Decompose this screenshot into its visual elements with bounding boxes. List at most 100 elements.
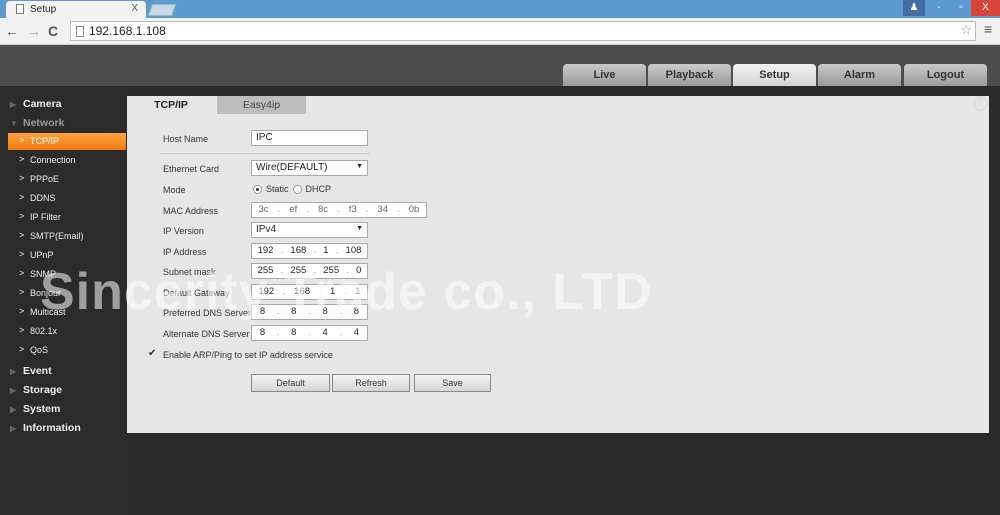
browser-tab[interactable]: Setup X: [6, 1, 146, 18]
octet[interactable]: 8: [291, 327, 296, 339]
octet[interactable]: 192: [258, 286, 274, 298]
dropdown-arrow-icon: ▼: [356, 163, 363, 170]
ip-address-input[interactable]: 192. 168. 1. 108: [251, 243, 368, 259]
ip-version-select[interactable]: IPv4 ▼: [251, 222, 368, 238]
octet[interactable]: 8: [260, 306, 265, 318]
new-tab-button[interactable]: [147, 4, 177, 16]
sidebar-item-bonjour[interactable]: > Bonjour: [8, 285, 126, 302]
sidebar-item-ddns[interactable]: > DDNS: [8, 190, 126, 207]
sidebar-item-upnp[interactable]: > UPnP: [8, 247, 126, 264]
url-input[interactable]: 192.168.1.108 ☆: [70, 21, 976, 41]
octet[interactable]: 192: [258, 245, 274, 257]
octet[interactable]: 8: [291, 306, 296, 318]
nav-alarm[interactable]: Alarm: [818, 64, 901, 86]
back-icon[interactable]: ←: [5, 23, 19, 39]
chevron-right-icon: >: [19, 268, 25, 278]
reload-icon[interactable]: C: [48, 23, 58, 39]
subnet-mask-input[interactable]: 255. 255. 255. 0: [251, 263, 368, 279]
forward-icon[interactable]: →: [27, 23, 41, 39]
octet[interactable]: 8: [260, 327, 265, 339]
sidebar: ▶ Camera ▼ Network > TCP/IP > Connection > PP…: [0, 86, 127, 515]
item-label: SNMP: [30, 269, 57, 279]
octet[interactable]: 4: [354, 327, 359, 339]
sidebar-item-tcpip[interactable]: > TCP/IP: [8, 133, 126, 150]
sidebar-camera[interactable]: ▶ Camera: [10, 98, 62, 110]
user-icon[interactable]: ♟: [903, 0, 925, 16]
item-label: Connection: [30, 155, 76, 165]
mac-octet: 8c: [317, 204, 329, 215]
octet[interactable]: 255: [258, 265, 274, 277]
static-radio[interactable]: [253, 184, 262, 194]
octet[interactable]: 1: [355, 286, 360, 298]
sidebar-network[interactable]: ▼ Network: [10, 117, 64, 129]
page-icon: [16, 4, 24, 14]
sidebar-item-smtp[interactable]: > SMTP(Email): [8, 228, 126, 245]
help-icon[interactable]: ?: [973, 96, 988, 111]
dropdown-arrow-icon: ▼: [356, 225, 363, 232]
gateway-input[interactable]: 192. 168. 1. 1: [251, 284, 368, 300]
octet[interactable]: 8: [322, 306, 327, 318]
menu-icon[interactable]: ≡: [984, 21, 992, 37]
sidebar-storage[interactable]: ▶ Storage: [10, 384, 63, 396]
chevron-right-icon: >: [19, 135, 25, 145]
sidebar-item-qos[interactable]: > QoS: [8, 342, 126, 359]
arp-label: Enable ARP/Ping to set IP address servic…: [163, 350, 333, 360]
section-label: Information: [23, 422, 81, 434]
star-icon[interactable]: ☆: [960, 22, 972, 38]
browser-tab-bar: Setup X ♟ - ▫ X: [0, 0, 1000, 18]
selected-value: Wire(DEFAULT): [256, 162, 328, 173]
mac-octet: 3c: [258, 204, 269, 215]
ethernet-card-label: Ethernet Card: [163, 164, 220, 174]
octet[interactable]: 0: [356, 265, 361, 277]
minimize-button[interactable]: -: [928, 0, 950, 16]
arp-checkbox[interactable]: ✔: [148, 348, 156, 359]
ethernet-card-select[interactable]: Wire(DEFAULT) ▼: [251, 160, 368, 176]
refresh-button[interactable]: Refresh: [332, 374, 410, 392]
sidebar-item-connection[interactable]: > Connection: [8, 152, 126, 169]
save-button[interactable]: Save: [414, 374, 491, 392]
item-label: Multicast: [30, 307, 66, 317]
sidebar-item-8021x[interactable]: >802.1x: [8, 323, 126, 340]
sidebar-information[interactable]: ▶ Information: [10, 422, 81, 434]
octet[interactable]: 168: [294, 286, 310, 298]
item-label: QoS: [30, 345, 49, 355]
chevron-right-icon: >: [19, 173, 25, 183]
tab-easy4ip[interactable]: Easy4ip: [217, 96, 306, 114]
sidebar-system[interactable]: ▶ System: [10, 403, 60, 415]
octet[interactable]: 108: [346, 245, 362, 257]
expand-icon: ▶: [10, 405, 17, 414]
nav-playback[interactable]: Playback: [648, 64, 731, 86]
mode-radio-group: Static DHCP: [253, 184, 331, 194]
octet[interactable]: 255: [323, 265, 339, 277]
sidebar-event[interactable]: ▶ Event: [10, 365, 52, 377]
alternate-dns-input[interactable]: 8.8.4.4: [251, 325, 368, 341]
octet[interactable]: 8: [354, 306, 359, 318]
close-button[interactable]: X: [971, 0, 1000, 16]
sidebar-item-pppoe[interactable]: > PPPoE: [8, 171, 126, 188]
preferred-dns-input[interactable]: 8.8.8.8: [251, 304, 368, 320]
chevron-right-icon: >: [19, 154, 25, 164]
host-name-input[interactable]: IPC: [251, 130, 368, 146]
ip-address-label: IP Address: [163, 247, 207, 257]
octet[interactable]: 1: [323, 245, 328, 257]
chevron-right-icon: >: [19, 249, 25, 259]
item-label: Bonjour: [30, 288, 62, 298]
restore-button[interactable]: ▫: [950, 0, 972, 16]
mac-octet: 34: [377, 204, 388, 215]
section-label: Storage: [23, 384, 63, 396]
nav-live[interactable]: Live: [563, 64, 646, 86]
sidebar-item-snmp[interactable]: > SNMP: [8, 266, 126, 283]
gateway-label: Default Gateway: [163, 288, 230, 298]
sidebar-item-multicast[interactable]: > Multicast: [8, 304, 126, 321]
tab-close-button[interactable]: X: [131, 3, 138, 14]
sidebar-item-ip-filter[interactable]: > IP Filter: [8, 209, 126, 226]
nav-logout[interactable]: Logout: [904, 64, 987, 86]
nav-setup[interactable]: Setup: [733, 64, 816, 86]
octet[interactable]: 1: [330, 286, 335, 298]
tab-tcpip[interactable]: TCP/IP: [127, 96, 215, 114]
default-button[interactable]: Default: [251, 374, 330, 392]
octet[interactable]: 255: [290, 265, 306, 277]
octet[interactable]: 168: [290, 245, 306, 257]
dhcp-radio[interactable]: [292, 184, 302, 194]
octet[interactable]: 4: [322, 327, 327, 339]
